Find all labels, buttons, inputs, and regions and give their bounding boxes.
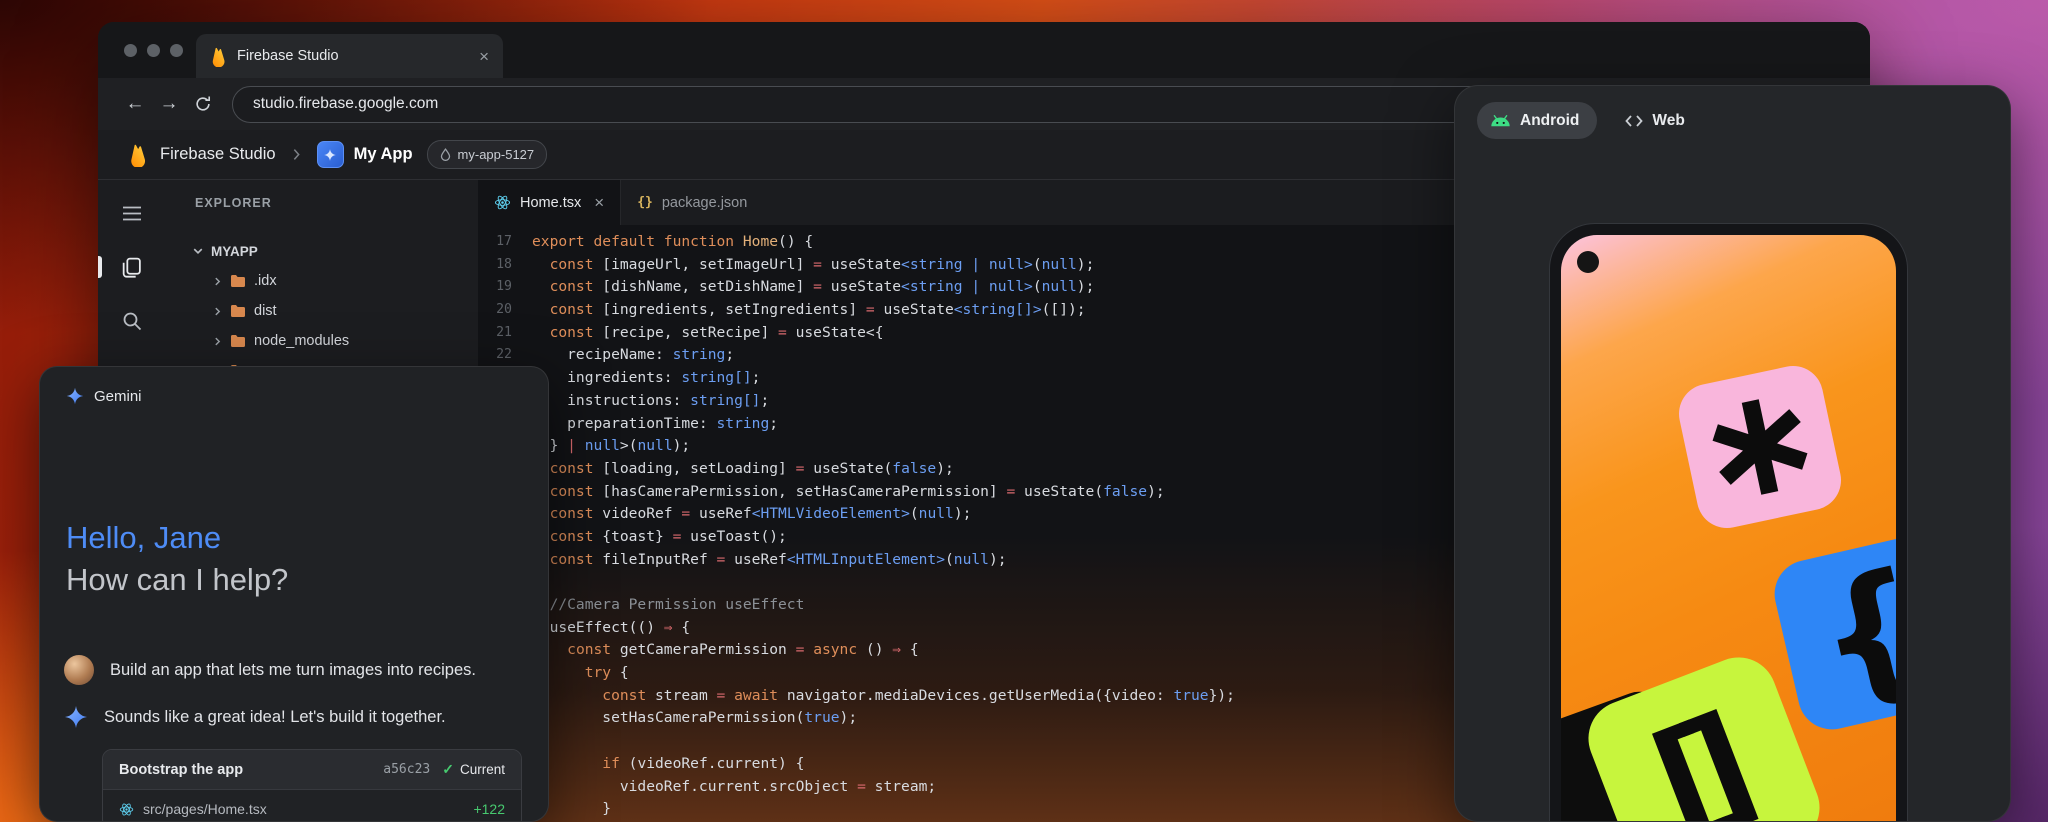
menu-icon[interactable] xyxy=(119,200,145,226)
task-card-header[interactable]: Bootstrap the app a56c23 ✓ Current xyxy=(103,750,521,790)
window-minimize-button[interactable] xyxy=(147,44,160,57)
line-number: 22 xyxy=(478,344,512,367)
breadcrumb-chevron-icon xyxy=(292,148,301,161)
editor-tab-package-json[interactable]: {} package.json xyxy=(621,180,763,225)
gemini-panel: Gemini Hello, Jane How can I help? Build… xyxy=(39,366,549,822)
folder-icon xyxy=(230,304,246,318)
folder-icon xyxy=(230,334,246,348)
gemini-title: Gemini xyxy=(94,388,142,405)
user-message-text: Build an app that lets me turn images in… xyxy=(110,661,476,680)
status-badge: Current xyxy=(460,762,505,777)
explorer-root-folder[interactable]: MYAPP xyxy=(165,236,478,266)
folder-label: dist xyxy=(254,303,277,319)
line-number: 18 xyxy=(478,254,512,277)
explorer-item-idx[interactable]: .idx xyxy=(165,266,478,296)
task-card: Bootstrap the app a56c23 ✓ Current src/p… xyxy=(102,749,522,822)
line-number: 21 xyxy=(478,322,512,345)
breadcrumb-product[interactable]: Firebase Studio xyxy=(160,145,276,164)
android-icon xyxy=(1490,114,1511,128)
task-title: Bootstrap the app xyxy=(119,762,383,778)
tab-close-icon[interactable]: × xyxy=(479,48,489,65)
commit-hash: a56c23 xyxy=(383,762,430,777)
firebase-flame-icon xyxy=(210,46,227,67)
folder-label: .idx xyxy=(254,273,277,289)
changed-file-row[interactable]: src/pages/Home.tsx +122 xyxy=(103,790,521,822)
toggle-android[interactable]: Android xyxy=(1477,102,1597,139)
phone-mockup: { [] xyxy=(1549,223,1908,822)
droplet-icon xyxy=(440,148,451,161)
platform-toggle-group: Android Web xyxy=(1455,86,2010,139)
back-icon[interactable]: ← xyxy=(118,93,152,115)
editor-tab-label: Home.tsx xyxy=(520,195,581,211)
window-controls xyxy=(124,22,183,78)
check-icon: ✓ xyxy=(442,761,454,778)
gemini-sparkle-icon xyxy=(64,705,88,729)
url-text: studio.firebase.google.com xyxy=(253,95,438,113)
tab-close-icon[interactable]: × xyxy=(594,194,604,211)
chevron-right-icon xyxy=(213,337,222,346)
firebase-logo-icon xyxy=(128,143,148,167)
toggle-web[interactable]: Web xyxy=(1625,112,1684,130)
app-id-badge[interactable]: my-app-5127 xyxy=(427,140,548,169)
window-close-button[interactable] xyxy=(124,44,137,57)
chevron-right-icon xyxy=(213,277,222,286)
root-folder-label: MYAPP xyxy=(211,244,258,259)
editor-tab-label: package.json xyxy=(662,195,747,211)
gemini-greeting: Hello, Jane How can I help? xyxy=(66,517,288,601)
code-icon xyxy=(1625,114,1643,128)
folder-icon xyxy=(230,274,246,288)
pink-square-shape xyxy=(1673,360,1846,533)
assistant-message-text: Sounds like a great idea! Let's build it… xyxy=(104,708,446,727)
app-id-text: my-app-5127 xyxy=(458,147,535,162)
toggle-web-label: Web xyxy=(1652,112,1684,130)
react-icon xyxy=(494,194,511,211)
chevron-down-icon xyxy=(193,246,203,256)
browser-tab-strip: Firebase Studio × xyxy=(98,22,1870,78)
toggle-android-label: Android xyxy=(1520,112,1579,130)
chevron-right-icon xyxy=(213,307,222,316)
breadcrumb-app-name[interactable]: My App xyxy=(354,145,413,164)
diff-added-count: +122 xyxy=(473,801,505,817)
files-icon[interactable] xyxy=(119,254,145,280)
braces-icon: {} xyxy=(637,195,653,210)
greeting-question: How can I help? xyxy=(66,559,288,601)
camera-punch-hole xyxy=(1577,251,1599,273)
browser-tab-title: Firebase Studio xyxy=(237,48,469,64)
line-number: 17 xyxy=(478,231,512,254)
forward-icon[interactable]: → xyxy=(152,93,186,115)
window-maximize-button[interactable] xyxy=(170,44,183,57)
explorer-title: EXPLORER xyxy=(165,196,478,210)
line-number: 20 xyxy=(478,299,512,322)
folder-label: node_modules xyxy=(254,333,349,349)
chat-message-assistant: Sounds like a great idea! Let's build it… xyxy=(64,705,446,729)
chat-message-user: Build an app that lets me turn images in… xyxy=(64,655,476,685)
search-icon[interactable] xyxy=(119,308,145,334)
gemini-header: Gemini xyxy=(40,367,548,405)
changed-file-path: src/pages/Home.tsx xyxy=(143,801,464,817)
line-number: 19 xyxy=(478,276,512,299)
editor-tab-home-tsx[interactable]: Home.tsx × xyxy=(478,180,621,225)
reload-icon[interactable] xyxy=(186,95,220,113)
bracket-glyph: [] xyxy=(1638,695,1771,822)
blue-square-shape: { xyxy=(1768,530,1896,736)
phone-screen: { [] xyxy=(1561,235,1896,822)
explorer-item-dist[interactable]: dist xyxy=(165,296,478,326)
asterisk-glyph xyxy=(1700,387,1821,508)
app-prototype-icon xyxy=(317,141,344,168)
browser-tab[interactable]: Firebase Studio × xyxy=(196,34,503,78)
device-preview-panel: Android Web { [] xyxy=(1454,85,2011,822)
gemini-sparkle-icon xyxy=(66,387,84,405)
explorer-item-node-modules[interactable]: node_modules xyxy=(165,326,478,356)
react-icon xyxy=(119,802,134,817)
greeting-name: Hello, Jane xyxy=(66,517,288,559)
curly-brace-glyph: { xyxy=(1803,549,1896,717)
user-avatar xyxy=(64,655,94,685)
file-tree: MYAPP .idxdistnode_modulessrc xyxy=(165,236,478,386)
